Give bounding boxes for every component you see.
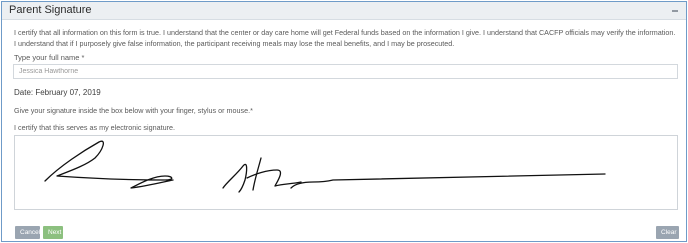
- signature-date: Date: February 07, 2019: [14, 88, 101, 97]
- panel-header: Parent Signature: [2, 2, 686, 20]
- cancel-button[interactable]: Cancel: [15, 226, 40, 239]
- panel-title: Parent Signature: [9, 4, 92, 16]
- next-button[interactable]: Next: [43, 226, 63, 239]
- signature-pad[interactable]: [14, 135, 678, 210]
- full-name-label: Type your full name *: [14, 53, 85, 62]
- signature-instruction: Give your signature inside the box below…: [14, 106, 253, 115]
- clear-signature-button[interactable]: Clear: [656, 226, 679, 239]
- electronic-signature-statement: I certify that this serves as my electro…: [14, 123, 175, 132]
- minus-icon[interactable]: [669, 5, 681, 17]
- parent-signature-panel: Parent Signature I certify that all info…: [1, 1, 687, 242]
- certification-statement: I certify that all information on this f…: [14, 28, 676, 48]
- full-name-input[interactable]: [13, 64, 678, 79]
- signature-stroke: [44, 140, 606, 193]
